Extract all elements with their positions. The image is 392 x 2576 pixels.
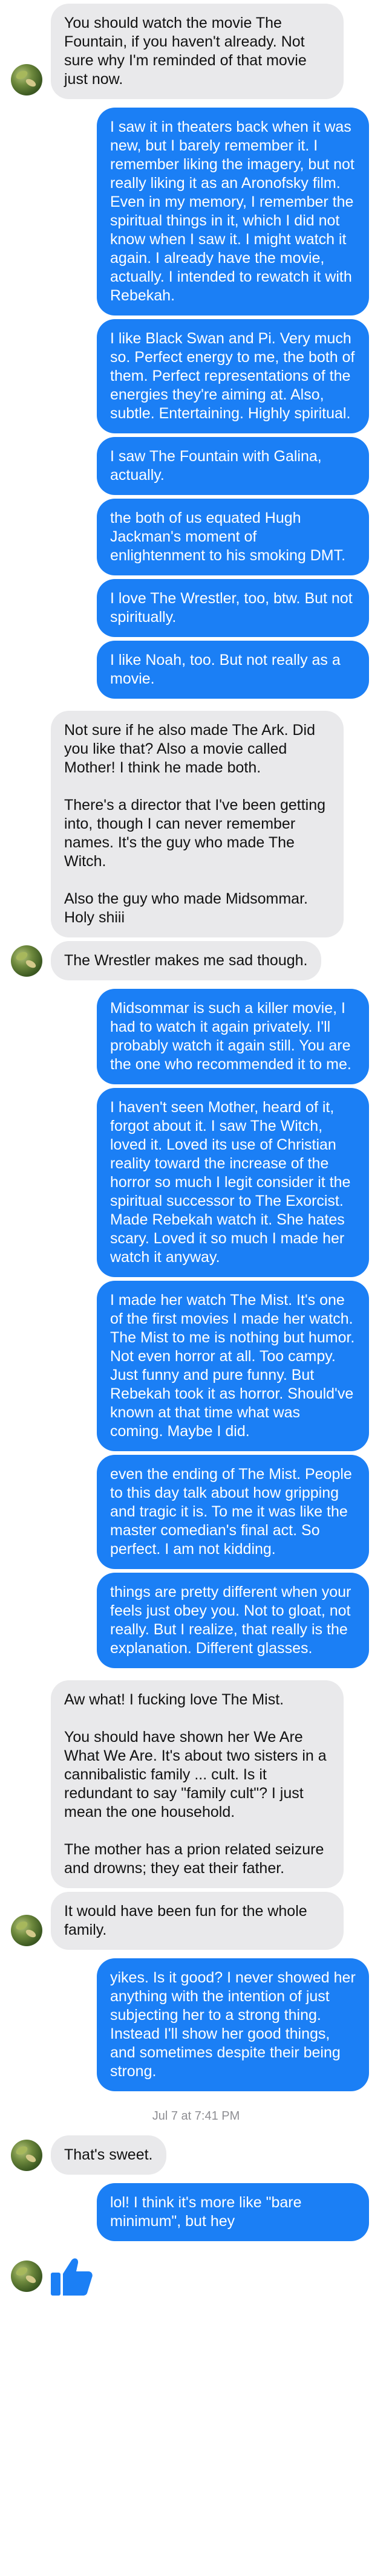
outgoing-message-bubble[interactable]: I like Noah, too. But not really as a mo…	[97, 641, 369, 699]
outgoing-message-bubble[interactable]: I like Black Swan and Pi. Very much so. …	[97, 319, 369, 433]
thumbs-up-icon[interactable]	[50, 2256, 93, 2297]
outgoing-message-group: lol! I think it's more like "bare minimu…	[0, 2183, 392, 2245]
outgoing-message-bubble[interactable]: I made her watch The Mist. It's one of t…	[97, 1281, 369, 1451]
incoming-message-group: That's sweet.	[0, 2135, 392, 2175]
incoming-message-bubble[interactable]: Not sure if he also made The Ark. Did yo…	[51, 711, 344, 937]
incoming-message-bubble[interactable]: That's sweet.	[51, 2135, 166, 2175]
outgoing-message-bubble[interactable]: I saw it in theaters back when it was ne…	[97, 108, 369, 316]
messages-before-timestamp: You should watch the movie The Fountain,…	[0, 4, 392, 2095]
incoming-message-bubble[interactable]: It would have been fun for the whole fam…	[51, 1892, 344, 1950]
outgoing-message-group: yikes. Is it good? I never showed her an…	[0, 1958, 392, 2095]
outgoing-message-bubble[interactable]: I saw The Fountain with Galina, actually…	[97, 437, 369, 495]
outgoing-message-group: I saw it in theaters back when it was ne…	[0, 108, 392, 702]
contact-avatar[interactable]	[11, 64, 42, 95]
timestamp: Jul 7 at 7:41 PM	[152, 2109, 240, 2123]
outgoing-message-bubble[interactable]: even the ending of The Mist. People to t…	[97, 1455, 369, 1569]
contact-avatar[interactable]	[11, 1915, 42, 1946]
outgoing-message-bubble[interactable]: I haven't seen Mother, heard of it, forg…	[97, 1088, 369, 1277]
outgoing-message-bubble[interactable]: I love The Wrestler, too, btw. But not s…	[97, 579, 369, 637]
outgoing-message-bubble[interactable]: things are pretty different when your fe…	[97, 1573, 369, 1668]
outgoing-message-bubble[interactable]: the both of us equated Hugh Jackman's mo…	[97, 499, 369, 575]
incoming-message-group: Not sure if he also made The Ark. Did yo…	[0, 711, 392, 980]
outgoing-message-bubble[interactable]: lol! I think it's more like "bare minimu…	[97, 2183, 369, 2241]
outgoing-message-bubble[interactable]: yikes. Is it good? I never showed her an…	[97, 1958, 369, 2091]
incoming-message-bubble[interactable]: Aw what! I fucking love The Mist. You sh…	[51, 1680, 344, 1888]
contact-avatar[interactable]	[11, 2140, 42, 2171]
contact-avatar[interactable]	[11, 945, 42, 977]
outgoing-message-group: Midsommar is such a killer movie, I had …	[0, 989, 392, 1672]
like-row	[0, 2253, 392, 2297]
incoming-message-bubble[interactable]: The Wrestler makes me sad though.	[51, 941, 321, 980]
incoming-message-group: Aw what! I fucking love The Mist. You sh…	[0, 1680, 392, 1950]
outgoing-message-bubble[interactable]: Midsommar is such a killer movie, I had …	[97, 989, 369, 1084]
message-thread: You should watch the movie The Fountain,…	[0, 0, 392, 2309]
contact-avatar[interactable]	[11, 2260, 42, 2292]
incoming-message-group: You should watch the movie The Fountain,…	[0, 4, 392, 99]
incoming-message-bubble[interactable]: You should watch the movie The Fountain,…	[51, 4, 344, 99]
messages-after-timestamp: That's sweet. lol! I think it's more like…	[0, 2135, 392, 2245]
